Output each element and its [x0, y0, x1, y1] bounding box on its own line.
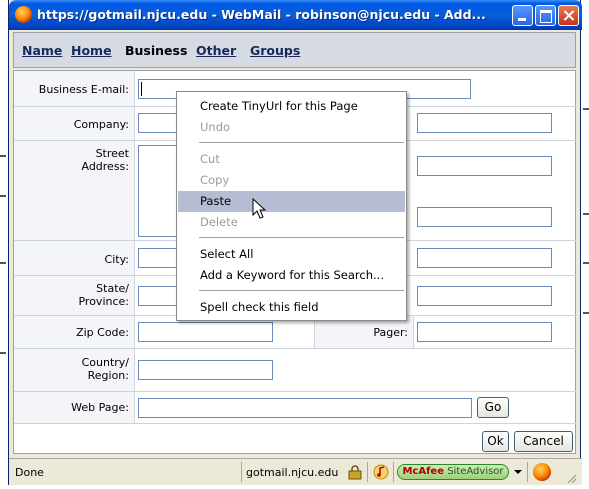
menu-item-delete[interactable]: Delete [178, 212, 405, 233]
zip-label: Zip Code: [76, 326, 129, 339]
row-web-page: Web Page: Go [14, 392, 577, 424]
ok-button[interactable]: Ok [482, 431, 509, 452]
street-right-input-2[interactable] [417, 207, 552, 227]
context-menu: Create TinyUrl for this Page Undo Cut Co… [176, 91, 407, 321]
city-label: City: [104, 253, 129, 266]
status-text: Done [15, 466, 44, 479]
business-email-label: Business E-mail: [38, 83, 129, 96]
firefox-icon [15, 6, 32, 23]
tab-home[interactable]: Home [71, 43, 112, 58]
pager-input[interactable] [417, 322, 552, 342]
status-domain: gotmail.njcu.edu [246, 466, 339, 479]
menu-item-spell-check[interactable]: Spell check this field [178, 297, 405, 318]
text-cursor [141, 82, 142, 96]
company-label: Company: [73, 118, 129, 131]
street-label: Street [95, 147, 129, 160]
mouse-pointer-icon [252, 198, 267, 219]
minimize-button[interactable] [512, 5, 533, 26]
label-cell: Zip Code: [14, 316, 135, 348]
web-page-label: Web Page: [71, 401, 129, 414]
menu-item-undo[interactable]: Undo [178, 117, 405, 138]
label-cell: City: [14, 241, 135, 275]
menu-separator [199, 142, 404, 143]
background-page-fragment [583, 312, 589, 314]
resize-grip-icon[interactable] [565, 472, 577, 484]
tab-business[interactable]: Business [125, 43, 187, 58]
label-cell: Web Page: [14, 392, 135, 423]
menu-item-copy[interactable]: Copy [178, 170, 405, 191]
tab-bar: Name Home Business Other Groups [13, 32, 576, 68]
music-note-icon[interactable] [373, 464, 389, 480]
label-cell: Street Address: [14, 141, 135, 240]
status-separator [527, 462, 528, 482]
tab-name[interactable]: Name [22, 43, 62, 58]
title-bar[interactable]: https://gotmail.njcu.edu - WebMail - rob… [9, 0, 582, 30]
status-separator [393, 462, 394, 482]
cancel-button[interactable]: Cancel [514, 431, 573, 452]
close-button[interactable] [558, 5, 579, 26]
state-label: State/ [96, 282, 129, 295]
menu-item-create-tinyurl[interactable]: Create TinyUrl for this Page [178, 96, 405, 117]
status-bar: Done gotmail.njcu.edu McAfee SiteAdvisor [9, 458, 582, 485]
window-title: https://gotmail.njcu.edu - WebMail - rob… [37, 7, 486, 22]
label-cell: Country/ Region: [14, 349, 135, 391]
city-right-input[interactable] [417, 248, 552, 268]
siteadvisor-brand: McAfee [402, 466, 444, 477]
status-separator [241, 462, 242, 482]
background-page-fragment [0, 155, 6, 157]
label-cell: Business E-mail: [14, 71, 135, 106]
zip-input[interactable] [138, 322, 273, 342]
menu-separator [199, 290, 404, 291]
menu-separator [199, 237, 404, 238]
country-label: Country/ [81, 356, 129, 369]
background-page-fragment [0, 262, 6, 264]
menu-item-cut[interactable]: Cut [178, 149, 405, 170]
menu-item-select-all[interactable]: Select All [178, 244, 405, 265]
siteadvisor-badge[interactable]: McAfee SiteAdvisor [397, 464, 509, 480]
background-page-fragment [0, 195, 6, 197]
ssl-lock-icon[interactable] [347, 464, 363, 480]
background-page-fragment [0, 352, 6, 354]
go-button[interactable]: Go [477, 397, 509, 418]
street-right-input-1[interactable] [417, 156, 552, 176]
region-label: Region: [87, 369, 129, 382]
tab-other[interactable]: Other [196, 43, 236, 58]
dropdown-arrow-icon[interactable] [514, 468, 522, 476]
firefox-icon[interactable] [533, 463, 551, 481]
tab-groups[interactable]: Groups [250, 43, 300, 58]
background-page-fragment [583, 213, 589, 215]
web-page-input[interactable] [138, 398, 472, 418]
status-separator [367, 462, 368, 482]
province-label: Province: [78, 295, 129, 308]
background-page-fragment [583, 262, 589, 264]
maximize-button[interactable] [535, 5, 556, 26]
state-right-input[interactable] [417, 286, 552, 306]
row-country: Country/ Region: [14, 349, 577, 392]
label-cell: State/ Province: [14, 276, 135, 315]
siteadvisor-product: SiteAdvisor [447, 466, 504, 477]
address-label: Address: [81, 160, 129, 173]
pager-label: Pager: [373, 326, 408, 339]
company-right-input[interactable] [417, 113, 552, 133]
menu-item-paste[interactable]: Paste [178, 191, 405, 212]
country-input[interactable] [138, 360, 273, 380]
label-cell: Company: [14, 107, 135, 140]
menu-item-add-keyword[interactable]: Add a Keyword for this Search... [178, 265, 405, 286]
background-page-fragment [583, 108, 589, 110]
